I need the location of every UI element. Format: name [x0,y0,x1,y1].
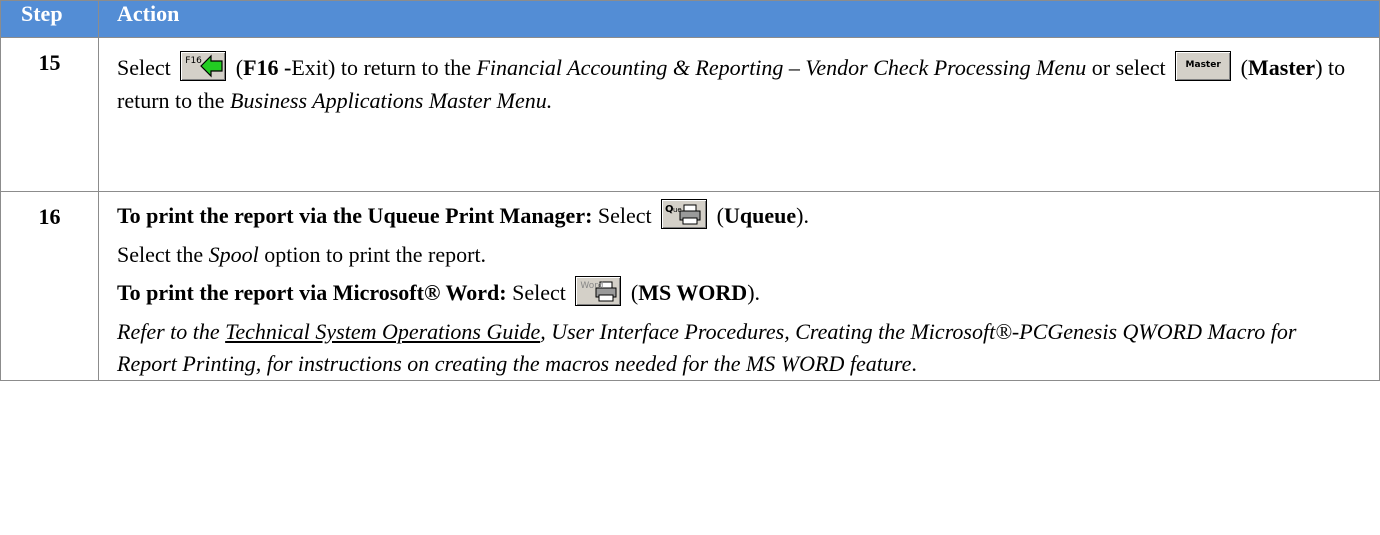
table-row: 15 Select F16 (F16 -Exit) to return to t… [0,37,1380,192]
text-run: ( [625,279,639,305]
text-run: ). [796,203,809,228]
table-row: 16 To print the report via the Uqueue Pr… [0,191,1380,381]
printer-icon: Que [665,204,701,225]
text-run-bold: F16 - [243,55,292,80]
step-number: 16 [0,191,99,381]
step-column-header: Step [0,0,99,38]
uqueue-printer-icon[interactable]: Que [661,198,708,229]
text-run: Refer to the [117,318,226,344]
text-run-bold: To print the report via Microsoft® Word: [117,279,507,305]
action-cell: Select F16 (F16 -Exit) to return to the … [98,37,1380,192]
action-column-header: Action [98,0,1380,38]
action-cell: To print the report via the Uqueue Print… [98,191,1380,381]
text-run-bold: MS WORD [638,279,748,305]
word-paragraph: To print the report via Microsoft® Word:… [117,275,1361,310]
spool-paragraph: Select the Spool option to print the rep… [117,239,1361,271]
text-run-bold: Master [1248,55,1316,80]
text-run: Select [117,55,177,80]
text-run-bold: Uqueue [724,203,797,228]
text-run: ( [230,55,244,80]
reference-paragraph: Refer to the Technical System Operations… [117,316,1361,380]
table-header-row: Step Action [0,0,1380,38]
menu-name-vendor-check: Financial Accounting & Reporting – Vendo… [476,55,1087,80]
f16-icon-label: F16 [185,55,202,66]
f16-exit-arrow-icon[interactable]: F16 [180,50,227,81]
uqueue-paragraph: To print the report via the Uqueue Print… [117,198,1361,233]
text-run: Select [592,203,658,228]
guide-link[interactable]: Technical System Operations Guide [225,319,540,344]
text-run: ). [747,279,761,305]
text-run: Select the [117,241,209,267]
text-run: ( [1235,55,1248,80]
text-run: ( [711,203,724,228]
procedure-table: Step Action 15 Select F16 (F16 -Exit) to… [0,0,1380,381]
word-printer-icon[interactable]: Word [575,275,622,306]
text-run-bold: To print the report via the Uqueue Print… [117,203,593,228]
text-run: . [911,350,917,376]
step-number: 15 [0,37,99,192]
text-run: or select [1086,55,1172,80]
master-icon-label: Master [1185,59,1221,70]
text-run: Select [506,279,572,305]
action-paragraph: Select F16 (F16 -Exit) to return to the … [117,50,1361,117]
spool-option-name: Spool [208,241,259,267]
master-button-icon[interactable]: Master [1175,50,1232,81]
text-run: Exit) to return to the [291,55,477,80]
menu-name-master: Business Applications Master Menu. [230,87,553,113]
text-run: option to print the report. [258,241,487,267]
word-icon-label: Word [580,280,604,291]
